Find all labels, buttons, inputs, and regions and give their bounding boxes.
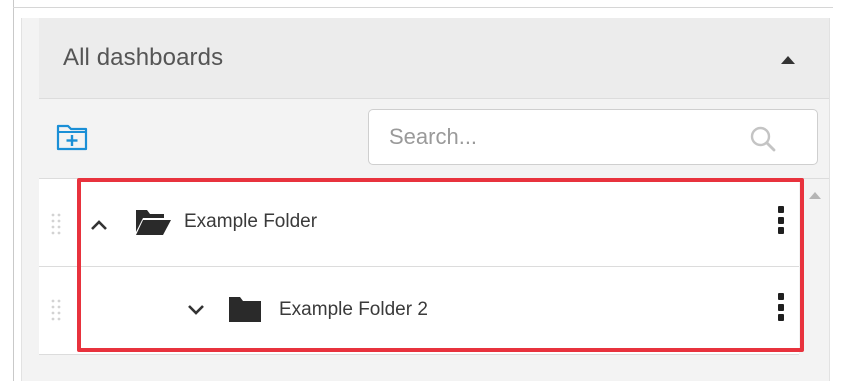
tree-row-partial <box>39 355 799 381</box>
frame-left-border <box>13 0 14 381</box>
chevron-down-icon[interactable] <box>186 303 206 317</box>
new-folder-button[interactable] <box>55 120 91 154</box>
drag-handle-icon[interactable] <box>49 211 63 235</box>
folder-tree: Example Folder Example Folder 2 <box>39 178 799 381</box>
search-box <box>368 109 818 165</box>
header-divider <box>39 98 829 99</box>
folder-label[interactable]: Example Folder 2 <box>279 299 428 321</box>
scrollbar[interactable] <box>800 179 829 381</box>
kebab-menu-icon[interactable] <box>774 205 788 235</box>
caret-up-icon <box>781 56 795 64</box>
chevron-up-icon[interactable] <box>89 218 109 232</box>
folder-open-icon <box>136 210 171 235</box>
folder-label[interactable]: Example Folder <box>184 211 317 233</box>
search-input[interactable] <box>389 122 719 152</box>
search-icon[interactable] <box>749 125 777 153</box>
drag-handle-icon[interactable] <box>49 297 63 321</box>
scroll-up-arrow-icon[interactable] <box>809 192 821 199</box>
kebab-menu-icon[interactable] <box>774 292 788 322</box>
frame-top-border <box>13 7 833 8</box>
panel-header[interactable]: All dashboards <box>39 18 829 98</box>
folder-plus-icon <box>56 124 88 151</box>
folder-icon <box>229 297 261 322</box>
panel-title: All dashboards <box>63 44 224 71</box>
collapse-panel-button[interactable] <box>776 48 800 72</box>
